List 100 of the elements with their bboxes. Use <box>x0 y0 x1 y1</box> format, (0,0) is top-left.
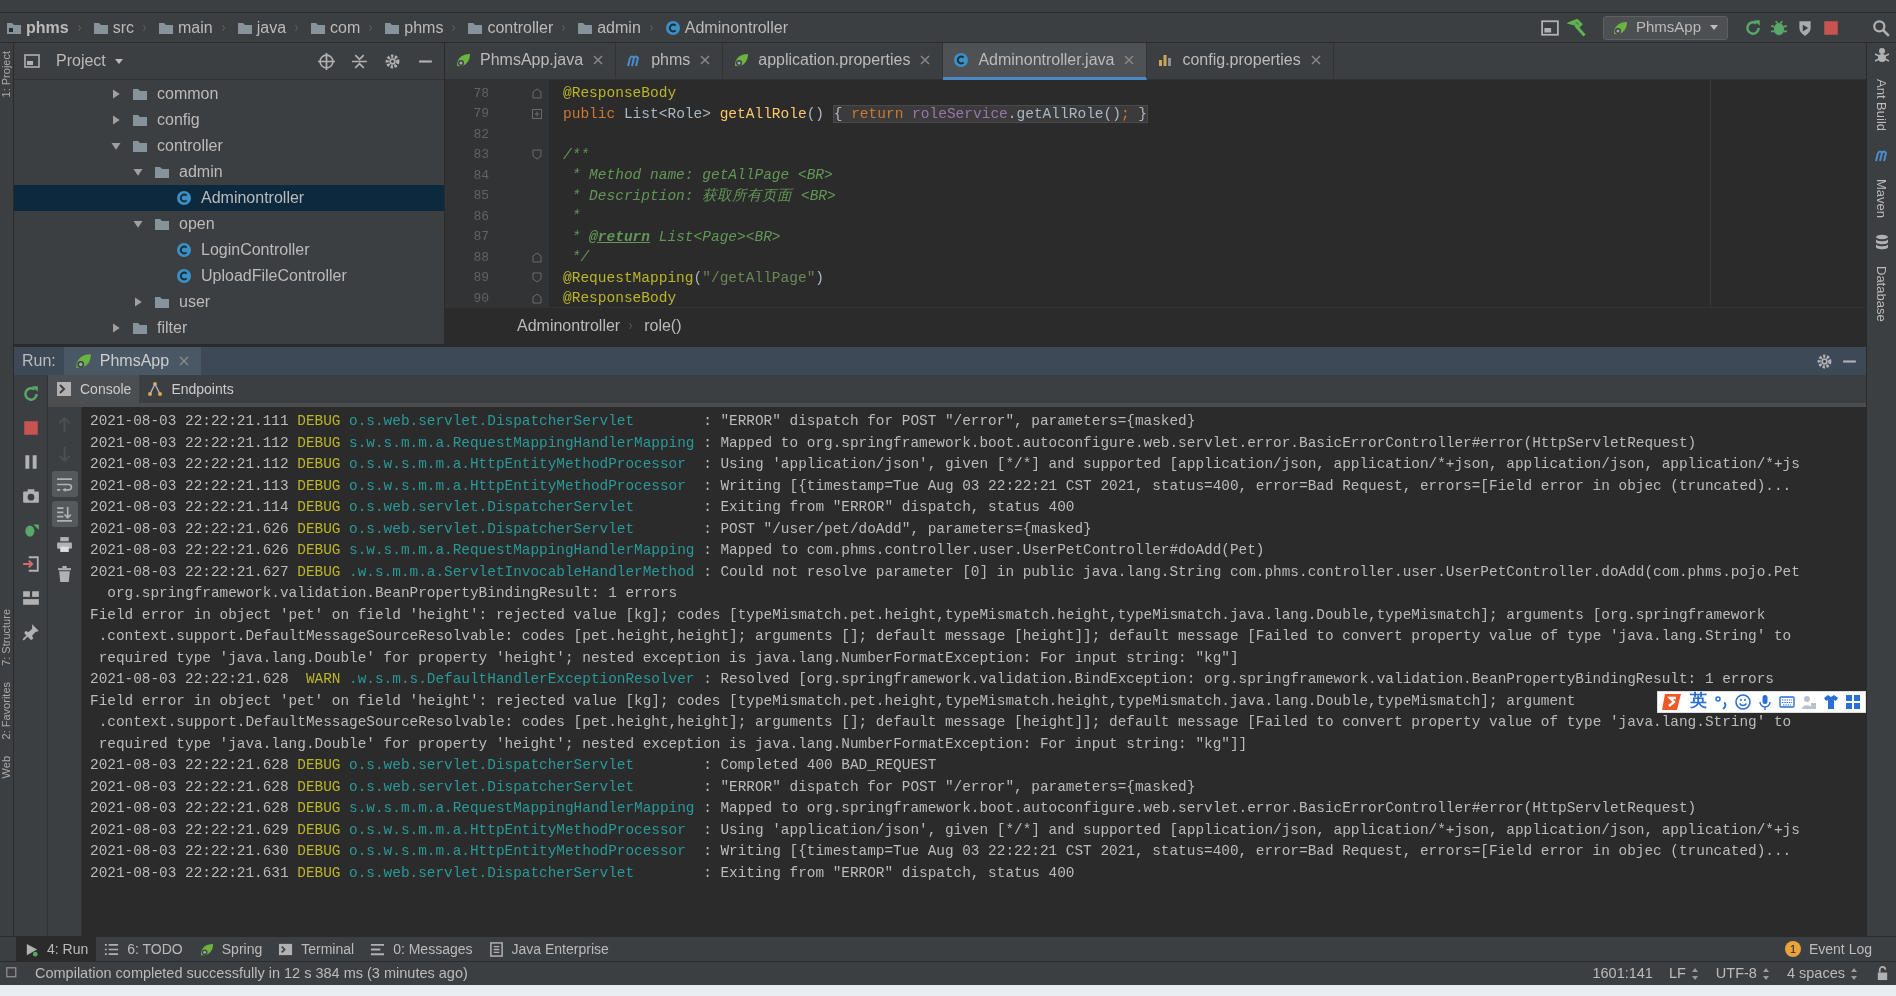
tool-window-tab[interactable]: 1: Project <box>0 51 13 98</box>
stop-icon[interactable] <box>21 419 40 437</box>
rerun-icon[interactable] <box>1744 18 1762 37</box>
tool-window-tab[interactable]: 7: Structure <box>0 609 13 667</box>
document-icon <box>488 941 504 957</box>
expand-arrow-icon[interactable] <box>132 296 144 308</box>
stop-icon[interactable] <box>1822 18 1840 37</box>
tool-window-tab[interactable]: 2: Favorites <box>0 682 13 740</box>
status-dropdown[interactable]: 4 spaces <box>1786 962 1859 985</box>
breadcrumb-item[interactable]: role() <box>644 314 682 339</box>
tree-item[interactable]: filter <box>14 315 444 341</box>
breadcrumb-item[interactable]: Adminontroller <box>517 314 621 339</box>
target-icon[interactable] <box>318 52 335 70</box>
breadcrumb-item[interactable]: controller <box>487 15 554 40</box>
breadcrumb-item[interactable]: phms <box>26 15 69 40</box>
tree-item[interactable]: UploadFileController <box>14 263 444 289</box>
run-config-dropdown[interactable]: PhmsApp <box>1602 15 1728 40</box>
expand-arrow-icon[interactable] <box>110 322 122 334</box>
rerun-icon[interactable] <box>21 385 40 403</box>
log-line: 2021-08-03 22:22:21.113 DEBUG o.s.w.s.m.m.a.HttpEntityMethodProcessor : Writing [{timestamp=Tue Aug 03 22:22:21 CST 2021, status=400, error=Bad Request, errors=[Field error in objec (truncated)... <box>90 476 1792 496</box>
project-view-dropdown[interactable]: Project <box>56 49 124 73</box>
settings-icon[interactable] <box>1816 352 1833 370</box>
pin-icon[interactable] <box>21 623 40 641</box>
fold-icon[interactable] <box>531 292 543 305</box>
tool-window-button[interactable]: Spring <box>190 937 271 961</box>
event-log-button[interactable]: 1 Event Log <box>1776 937 1880 961</box>
input-mode-toggle[interactable]: 英 <box>1690 688 1707 715</box>
log-line: 2021-08-03 22:22:21.114 DEBUG o.s.web.servlet.DispatcherServlet : Exiting from "ERROR" dispatch, status 400 <box>90 498 1075 517</box>
camera-icon[interactable] <box>21 487 40 505</box>
console-tab[interactable]: Console <box>48 375 140 403</box>
fold-icon[interactable] <box>531 271 543 284</box>
lock-icon[interactable] <box>1875 966 1890 981</box>
tool-window-tab[interactable]: Web <box>0 755 13 778</box>
log-line: .context.support.DefaultMessageSourceResolvable: codes [pet.height,height]; arguments []; default message [height]]; default message [Failed to convert property value of type 'java.lang.String' to <box>97 713 1792 732</box>
tree-item[interactable]: common <box>14 81 444 107</box>
console-tab[interactable]: Endpoints <box>139 375 242 403</box>
collapse-arrow-icon[interactable] <box>110 140 122 152</box>
exit-icon[interactable] <box>21 555 40 573</box>
tool-window-button[interactable]: 4: Run <box>16 937 97 961</box>
layout-icon[interactable] <box>21 589 40 607</box>
tree-item[interactable]: controller <box>14 133 444 159</box>
breadcrumb-item[interactable]: admin <box>597 15 641 40</box>
microphone-icon[interactable] <box>1757 693 1773 710</box>
breadcrumb-item[interactable]: java <box>256 15 287 40</box>
breadcrumb-item[interactable]: Adminontroller <box>684 15 788 40</box>
scroll-to-end-button[interactable] <box>51 501 78 527</box>
tool-window-tab[interactable]: Ant Build <box>1871 79 1892 132</box>
collapse-icon[interactable] <box>351 52 368 70</box>
tree-item[interactable]: user <box>14 289 444 315</box>
collapse-arrow-icon[interactable] <box>132 218 144 230</box>
fold-icon[interactable] <box>531 251 543 264</box>
breadcrumb-item[interactable]: com <box>330 15 361 40</box>
punctuation-icon[interactable] <box>1713 693 1729 710</box>
breadcrumb-item[interactable]: phms <box>404 15 444 40</box>
status-dropdown[interactable]: LF <box>1668 962 1700 985</box>
search-icon[interactable] <box>1872 18 1890 37</box>
tool-window-tab[interactable]: Maven <box>1871 179 1892 219</box>
soft-wrap-button[interactable] <box>51 471 78 497</box>
log-line: required type 'java.lang.Double' for property 'height'; nested exception is java.lang.NumberFormatException: For input string: "kg"] <box>97 648 1239 668</box>
settings-icon[interactable] <box>384 52 401 70</box>
collapse-arrow-icon[interactable] <box>132 166 144 178</box>
network-icon <box>147 381 164 397</box>
run-tab[interactable]: PhmsApp <box>63 347 202 375</box>
shield-icon[interactable] <box>1796 18 1814 37</box>
expand-arrow-icon[interactable] <box>110 88 122 100</box>
tool-window-button[interactable]: 0: Messages <box>362 937 481 961</box>
tree-item[interactable]: open <box>14 211 444 237</box>
tool-window-tab[interactable]: Database <box>1871 266 1892 322</box>
fold-icon[interactable] <box>531 87 543 100</box>
leaf-icon <box>1611 19 1628 36</box>
expand-fold-icon[interactable] <box>531 107 543 120</box>
editor-tab[interactable]: config.properties <box>1147 43 1334 80</box>
status-dropdown[interactable]: UTF-8 <box>1715 962 1771 985</box>
cursor-position[interactable]: 1601:141 <box>1592 962 1653 985</box>
tree-item[interactable]: config <box>14 107 444 133</box>
expand-arrow-icon[interactable] <box>110 114 122 126</box>
tool-window-button[interactable]: 6: TODO <box>96 937 191 961</box>
status-icon[interactable] <box>6 967 19 980</box>
editor-tab[interactable]: Adminontroller.java <box>943 43 1148 80</box>
smiley-icon[interactable] <box>1735 693 1751 710</box>
breadcrumb-item[interactable]: src <box>112 15 134 40</box>
soft-wrap-icon <box>56 475 73 493</box>
tree-item[interactable]: LoginController <box>14 237 444 263</box>
code-line: * Description: 获取所有页面 <BR> <box>570 186 837 206</box>
breadcrumb-item[interactable]: main <box>178 15 213 40</box>
window-icon[interactable] <box>1540 18 1559 37</box>
tool-window-button[interactable]: Java Enterprise <box>480 937 617 961</box>
code-line: * @return List<Page><BR> <box>570 227 782 247</box>
editor-tab[interactable]: phms <box>616 43 724 80</box>
tree-item[interactable]: Adminontroller <box>14 185 444 211</box>
bug-icon[interactable] <box>1770 18 1788 37</box>
code-line: @ResponseBody <box>562 84 678 103</box>
log-line: 2021-08-03 22:22:21.112 DEBUG o.s.w.s.m.m.a.HttpEntityMethodProcessor : Using 'application/json', given [*/*] and supported [application/json, application/*+json, application/json, application/*+js <box>90 455 1800 474</box>
hammer-icon[interactable] <box>1566 17 1587 38</box>
shirt-icon[interactable] <box>1823 693 1839 710</box>
keyboard-icon[interactable] <box>1779 693 1795 710</box>
tool-window-button[interactable]: Terminal <box>270 937 363 961</box>
tree-item[interactable]: admin <box>14 159 444 185</box>
grid-icon[interactable] <box>1845 693 1861 710</box>
fold-icon[interactable] <box>531 148 543 161</box>
